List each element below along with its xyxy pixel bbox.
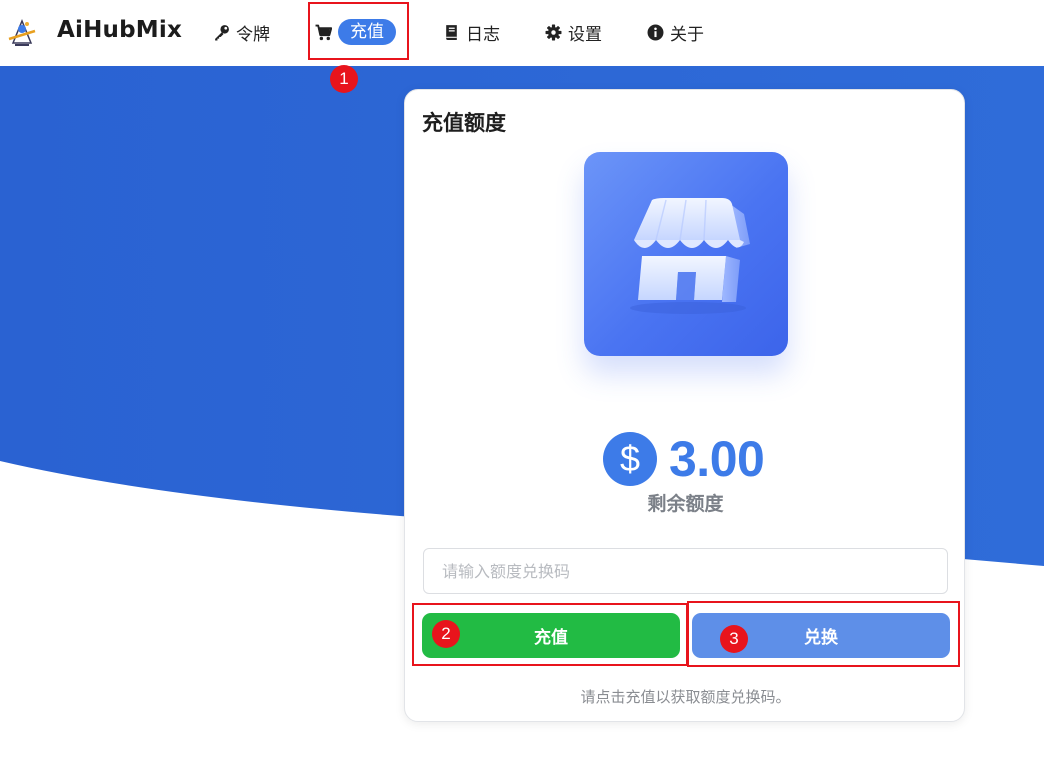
nav-label-settings: 设置: [568, 24, 602, 45]
redeem-button[interactable]: 兑换: [692, 613, 950, 658]
balance-label: 剩余额度: [647, 493, 724, 515]
dollar-icon: $: [603, 432, 657, 486]
recharge-card: 充值额度 $ 3.00 剩余额度 请输入额度兑换码 充值 兑换 请点击充值以获取…: [404, 89, 965, 722]
logo-icon[interactable]: [5, 15, 39, 49]
store-illustration: [584, 152, 788, 356]
nav-item-settings[interactable]: 设置: [545, 20, 602, 45]
cart-icon: [315, 24, 332, 40]
nav-item-log[interactable]: 日志: [443, 20, 500, 45]
card-title: 充值额度: [422, 111, 506, 135]
gear-icon: [545, 24, 562, 40]
nav-label-token: 令牌: [236, 24, 270, 45]
top-navbar: AiHubMix 令牌 充值 日志 设置 关于: [0, 0, 1044, 66]
nav-item-recharge[interactable]: 充值: [315, 19, 396, 45]
key-icon: [215, 24, 229, 40]
hint-text: 请点击充值以获取额度兑换码。: [580, 688, 791, 706]
brand-title[interactable]: AiHubMix: [57, 17, 182, 43]
info-icon: [647, 24, 664, 40]
nav-label-about: 关于: [670, 24, 704, 45]
recharge-button[interactable]: 充值: [422, 613, 680, 658]
nav-label-log: 日志: [466, 24, 500, 45]
nav-label-recharge-active: 充值: [338, 19, 396, 45]
redeem-code-input[interactable]: [423, 548, 948, 594]
book-icon: [446, 24, 457, 40]
balance-amount: 3.00: [669, 431, 765, 487]
balance-row: $ 3.00: [603, 430, 765, 488]
nav-item-about[interactable]: 关于: [647, 20, 704, 45]
store-icon: [630, 198, 750, 314]
nav-item-token[interactable]: 令牌: [213, 20, 270, 45]
